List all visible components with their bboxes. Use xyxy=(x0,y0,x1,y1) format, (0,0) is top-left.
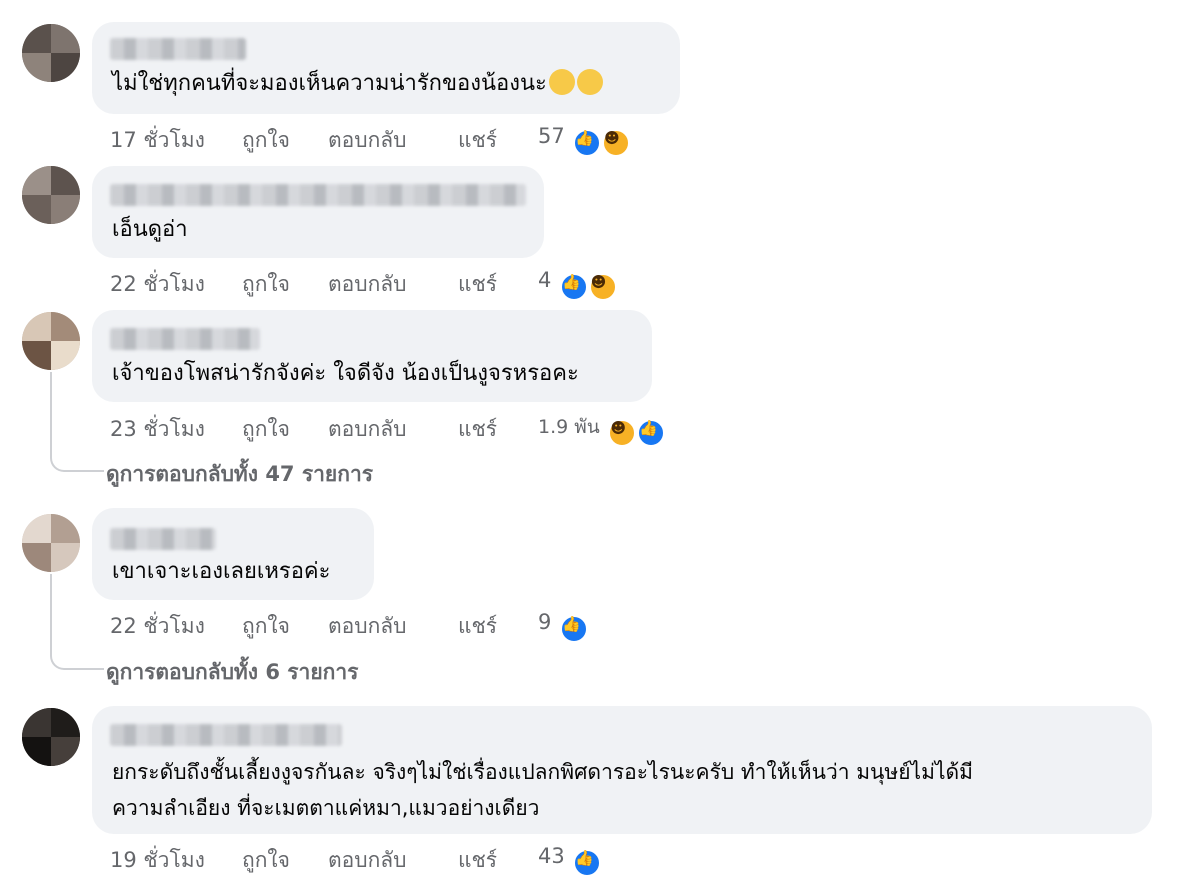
like-button[interactable]: ถูกใจ xyxy=(242,124,328,157)
grin-emoji-icon xyxy=(576,69,603,95)
timestamp[interactable]: 19 ชั่วโมง xyxy=(110,844,242,877)
like-icon: 👍 xyxy=(573,849,602,877)
commenter-name[interactable] xyxy=(110,528,216,550)
comment-actions: 17 ชั่วโมง ถูกใจ ตอบกลับ แชร์ 57 👍 ☻ xyxy=(110,124,631,157)
reactions-summary[interactable]: 57 👍 ☻ xyxy=(538,124,631,157)
comment-text: เอ็นดูอ่า xyxy=(112,217,188,242)
timestamp[interactable]: 22 ชั่วโมง xyxy=(110,610,242,643)
reply-button[interactable]: ตอบกลับ xyxy=(328,268,458,301)
reactions-summary[interactable]: 4 👍 ☻ xyxy=(538,268,617,301)
reactions-count: 1.9 พัน xyxy=(538,416,600,438)
comment-bubble: เอ็นดูอ่า xyxy=(92,166,544,258)
reply-button[interactable]: ตอบกลับ xyxy=(328,844,458,877)
comment-bubble: ไม่ใช่ทุกคนที่จะมองเห็นความน่ารักของน้อง… xyxy=(92,22,680,114)
timestamp[interactable]: 22 ชั่วโมง xyxy=(110,268,242,301)
haha-icon: ☻ xyxy=(602,129,631,157)
commenter-name[interactable] xyxy=(110,328,260,350)
comment-bubble: ยกระดับถึงชั้นเลี้ยงงูจรกันละ จริงๆไม่ใช… xyxy=(92,706,1152,834)
comment-text: ไม่ใช่ทุกคนที่จะมองเห็นความน่ารักของน้อง… xyxy=(112,66,603,102)
like-button[interactable]: ถูกใจ xyxy=(242,610,328,643)
comment-actions: 22 ชั่วโมง ถูกใจ ตอบกลับ แชร์ 9 👍 xyxy=(110,610,589,643)
haha-icon: ☻ xyxy=(588,273,617,301)
view-replies-link[interactable]: ดูการตอบกลับทั้ง 6 รายการ xyxy=(106,656,358,689)
comment-text-line-2: ความลำเอียง ที่จะเมตตาแค่หมา,แมวอย่างเดี… xyxy=(112,796,540,820)
avatar[interactable] xyxy=(22,312,80,370)
share-button[interactable]: แชร์ xyxy=(458,413,538,446)
comment-actions: 23 ชั่วโมง ถูกใจ ตอบกลับ แชร์ 1.9 พัน ☻ … xyxy=(110,412,666,447)
share-button[interactable]: แชร์ xyxy=(458,610,538,643)
comment-actions: 19 ชั่วโมง ถูกใจ ตอบกลับ แชร์ 43 👍 xyxy=(110,844,602,877)
avatar[interactable] xyxy=(22,24,80,82)
commenter-name[interactable] xyxy=(110,724,342,746)
like-button[interactable]: ถูกใจ xyxy=(242,844,328,877)
reply-button[interactable]: ตอบกลับ xyxy=(328,413,458,446)
like-button[interactable]: ถูกใจ xyxy=(242,413,328,446)
timestamp[interactable]: 17 ชั่วโมง xyxy=(110,124,242,157)
comment-text: เขาเจาะเองเลยเหรอค่ะ xyxy=(112,559,331,584)
share-button[interactable]: แชร์ xyxy=(458,124,538,157)
comment-bubble: เจ้าของโพสน่ารักจังค่ะ ใจดีจัง น้องเป็นง… xyxy=(92,310,652,402)
reactions-count: 57 xyxy=(538,124,565,148)
reactions-count: 43 xyxy=(538,844,565,868)
comment-bubble: เขาเจาะเองเลยเหรอค่ะ xyxy=(92,508,374,600)
timestamp[interactable]: 23 ชั่วโมง xyxy=(110,413,242,446)
like-icon: 👍 xyxy=(637,419,666,447)
comment-actions: 22 ชั่วโมง ถูกใจ ตอบกลับ แชร์ 4 👍 ☻ xyxy=(110,268,617,301)
share-button[interactable]: แชร์ xyxy=(458,268,538,301)
like-icon: 👍 xyxy=(560,273,589,301)
reactions-count: 4 xyxy=(538,268,552,292)
reply-button[interactable]: ตอบกลับ xyxy=(328,124,458,157)
commenter-name[interactable] xyxy=(110,38,246,60)
avatar[interactable] xyxy=(22,514,80,572)
reactions-summary[interactable]: 1.9 พัน ☻ 👍 xyxy=(538,412,666,447)
view-replies-link[interactable]: ดูการตอบกลับทั้ง 47 รายการ xyxy=(106,458,373,491)
comment-text: เจ้าของโพสน่ารักจังค่ะ ใจดีจัง น้องเป็นง… xyxy=(112,361,579,386)
like-button[interactable]: ถูกใจ xyxy=(242,268,328,301)
commenter-name[interactable] xyxy=(110,184,526,206)
like-icon: 👍 xyxy=(560,615,589,643)
avatar[interactable] xyxy=(22,708,80,766)
comment-text-line-1: ยกระดับถึงชั้นเลี้ยงงูจรกันละ จริงๆไม่ใช… xyxy=(112,760,973,784)
reactions-count: 9 xyxy=(538,610,552,634)
astonished-emoji-icon xyxy=(548,69,575,95)
share-button[interactable]: แชร์ xyxy=(458,844,538,877)
reactions-summary[interactable]: 9 👍 xyxy=(538,610,589,643)
avatar[interactable] xyxy=(22,166,80,224)
like-icon: 👍 xyxy=(573,129,602,157)
reactions-summary[interactable]: 43 👍 xyxy=(538,844,602,877)
reply-button[interactable]: ตอบกลับ xyxy=(328,610,458,643)
haha-icon: ☻ xyxy=(608,419,637,447)
